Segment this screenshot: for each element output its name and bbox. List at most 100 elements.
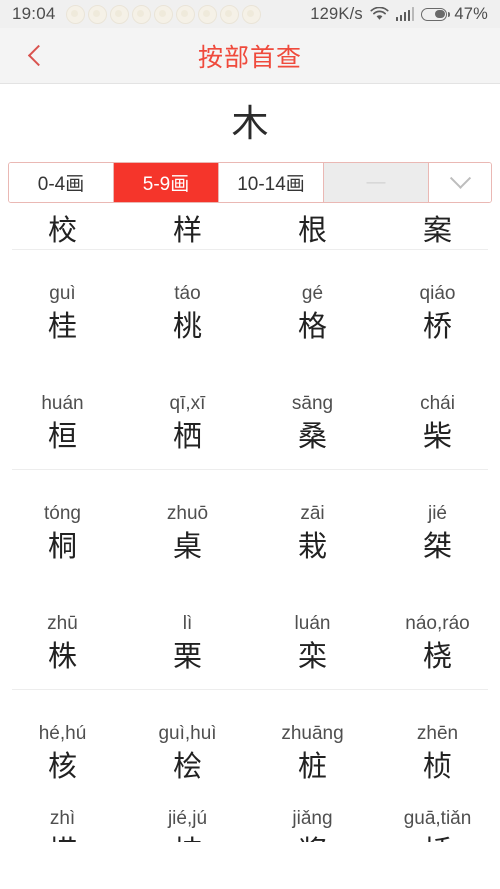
stroke-count-tabs: 0-4画 5-9画 10-14画 — xyxy=(8,162,492,203)
character-cell[interactable]: qī,xī 栖 xyxy=(125,393,250,470)
character-pinyin: náo,ráo xyxy=(405,613,470,635)
app-notification-icon xyxy=(131,4,151,24)
stroke-tab-label: 5-9画 xyxy=(142,174,190,195)
character-cell[interactable]: guā,tiǎn 栝 xyxy=(375,800,500,842)
expand-tabs-button[interactable] xyxy=(429,163,491,202)
character-row: guì 桂 táo 桃 gé 格 qiáo 桥 xyxy=(0,250,500,360)
character-cell[interactable]: 样 xyxy=(125,217,250,250)
character-cell[interactable]: hé,hú 核 xyxy=(0,723,125,800)
character-cell[interactable]: náo,ráo 桡 xyxy=(375,613,500,690)
stroke-tab-10-14[interactable]: 10-14画 xyxy=(219,163,324,202)
character-row: 校 样 根 案 xyxy=(0,203,500,250)
nav-bar: 按部首查 xyxy=(0,28,500,84)
character-hanzi: 桌 xyxy=(172,531,202,563)
character-pinyin: zāi xyxy=(300,503,325,525)
character-pinyin: zhuō xyxy=(166,503,209,525)
app-notification-icon xyxy=(197,4,217,24)
character-hanzi: 桥 xyxy=(422,311,452,343)
character-hanzi: 桨 xyxy=(298,837,327,842)
character-pinyin: qī,xī xyxy=(169,393,206,415)
character-cell[interactable]: guì 桂 xyxy=(0,283,125,360)
stroke-tab-0-4[interactable]: 0-4画 xyxy=(9,163,114,202)
character-hanzi: 桔 xyxy=(173,837,202,842)
character-cell[interactable]: 校 xyxy=(0,217,125,250)
character-row: tóng 桐 zhuō 桌 zāi 栽 jié 桀 xyxy=(0,470,500,580)
character-cell[interactable]: zhuāng 桩 xyxy=(250,723,375,800)
page-title: 按部首查 xyxy=(197,43,302,72)
character-hanzi: 桧 xyxy=(172,751,202,783)
character-pinyin: jié,jú xyxy=(167,808,208,829)
character-cell[interactable]: chái 柴 xyxy=(375,393,500,470)
character-row: huán 桓 qī,xī 栖 sāng 桑 chái 柴 xyxy=(0,360,500,470)
character-cell[interactable]: qiáo 桥 xyxy=(375,283,500,360)
character-hanzi: 桑 xyxy=(297,421,327,453)
character-hanzi: 栝 xyxy=(423,837,452,842)
character-cell[interactable]: jié,jú 桔 xyxy=(125,800,250,842)
battery-icon xyxy=(421,7,450,21)
network-speed-label: 129K/s xyxy=(310,4,363,23)
character-pinyin: guì,huì xyxy=(158,723,217,745)
character-hanzi: 栖 xyxy=(172,421,202,453)
character-cell[interactable]: 案 xyxy=(375,217,500,250)
character-hanzi: 根 xyxy=(297,215,327,247)
character-cell[interactable]: gé 格 xyxy=(250,283,375,360)
character-cell[interactable]: luán 栾 xyxy=(250,613,375,690)
character-pinyin: luán xyxy=(294,613,331,635)
chevron-down-icon xyxy=(449,167,471,189)
app-screen: 19:04 129K/s 47% 按部首查 木 0-4画 5-9画 10-14画… xyxy=(0,0,500,889)
chevron-left-icon xyxy=(27,44,50,67)
character-cell[interactable]: zhì 栉 xyxy=(0,800,125,842)
character-cell[interactable]: jié 桀 xyxy=(375,503,500,580)
character-pinyin: táo xyxy=(174,283,201,305)
stroke-tab-5-9[interactable]: 5-9画 xyxy=(114,163,219,202)
character-hanzi: 株 xyxy=(47,641,77,673)
character-pinyin: hé,hú xyxy=(38,723,87,745)
character-hanzi: 桢 xyxy=(422,751,452,783)
character-cell[interactable]: guì,huì 桧 xyxy=(125,723,250,800)
cellular-signal-icon xyxy=(395,7,415,21)
battery-fill xyxy=(435,9,445,19)
app-notification-icon xyxy=(241,4,261,24)
character-hanzi: 栉 xyxy=(48,837,77,842)
app-notification-icon xyxy=(109,4,129,24)
app-notification-icon xyxy=(219,4,239,24)
character-hanzi: 桓 xyxy=(47,421,77,453)
character-cell[interactable]: jiǎng 桨 xyxy=(250,800,375,842)
character-cell[interactable]: zhū 株 xyxy=(0,613,125,690)
character-pinyin: zhēn xyxy=(416,723,459,745)
stroke-tab-label: 0-4画 xyxy=(37,174,85,195)
character-hanzi: 案 xyxy=(422,215,452,247)
status-bar: 19:04 129K/s 47% xyxy=(0,0,500,28)
character-hanzi: 桀 xyxy=(422,531,452,563)
character-cell[interactable]: tóng 桐 xyxy=(0,503,125,580)
character-hanzi: 核 xyxy=(47,751,77,783)
character-pinyin: zhì xyxy=(49,808,76,829)
character-pinyin: huán xyxy=(41,393,84,415)
back-button[interactable] xyxy=(12,28,60,83)
character-row: zhū 株 lì 栗 luán 栾 náo,ráo 桡 xyxy=(0,580,500,690)
character-pinyin: gé xyxy=(301,283,324,305)
character-hanzi: 桂 xyxy=(47,311,77,343)
character-grid: 校 样 根 案 guì 桂 táo 桃 gé 格 qiáo 桥 huán 桓 q… xyxy=(0,203,500,842)
notification-icons xyxy=(65,4,261,24)
character-cell[interactable]: zhēn 桢 xyxy=(375,723,500,800)
character-cell[interactable]: 根 xyxy=(250,217,375,250)
character-pinyin: zhū xyxy=(47,613,78,635)
character-pinyin: jié xyxy=(427,503,447,525)
character-hanzi: 桃 xyxy=(172,311,202,343)
character-cell[interactable]: táo 桃 xyxy=(125,283,250,360)
character-hanzi: 桩 xyxy=(297,751,327,783)
character-cell[interactable]: lì 栗 xyxy=(125,613,250,690)
stroke-tab-label: — xyxy=(366,171,386,193)
character-cell[interactable]: zāi 栽 xyxy=(250,503,375,580)
character-cell[interactable]: huán 桓 xyxy=(0,393,125,470)
app-notification-icon xyxy=(87,4,107,24)
character-pinyin: guā,tiǎn xyxy=(403,808,472,829)
character-hanzi: 栗 xyxy=(172,641,202,673)
character-cell[interactable]: sāng 桑 xyxy=(250,393,375,470)
app-notification-icon xyxy=(65,4,85,24)
character-cell[interactable]: zhuō 桌 xyxy=(125,503,250,580)
character-row: zhì 栉 jié,jú 桔 jiǎng 桨 guā,tiǎn 栝 xyxy=(0,800,500,842)
character-row: hé,hú 核 guì,huì 桧 zhuāng 桩 zhēn 桢 xyxy=(0,690,500,800)
character-hanzi: 格 xyxy=(297,311,327,343)
